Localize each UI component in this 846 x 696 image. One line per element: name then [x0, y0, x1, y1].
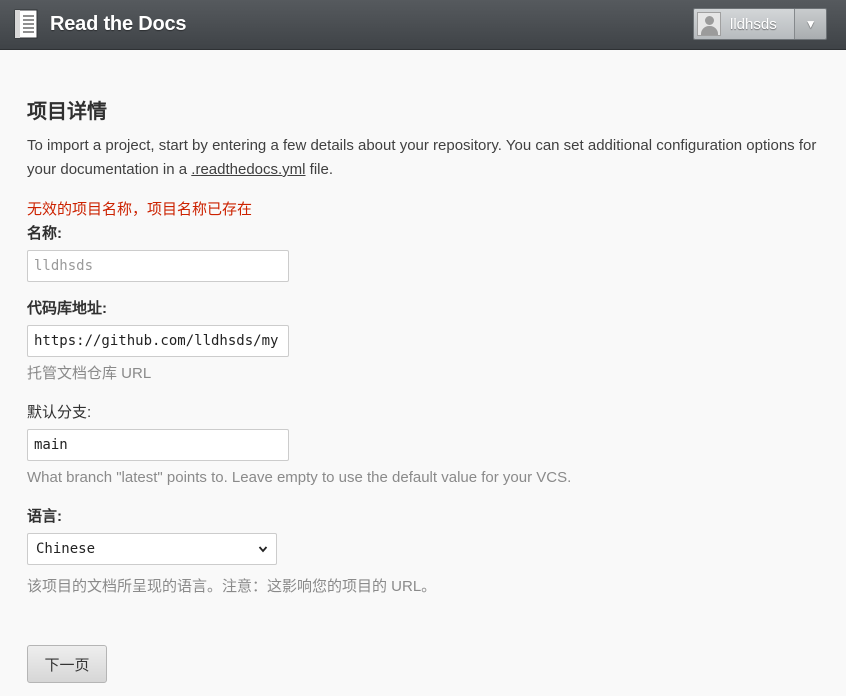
language-selected-value: Chinese: [36, 541, 96, 557]
intro-text: To import a project, start by entering a…: [27, 134, 817, 182]
user-menu[interactable]: lldhsds ▼: [693, 8, 827, 40]
form-error: 无效的项目名称，项目名称已存在: [27, 201, 253, 218]
brand-name: Read the Docs: [50, 12, 187, 35]
username: lldhsds: [730, 15, 777, 33]
branch-label: 默认分支:: [27, 404, 92, 421]
language-label: 语言:: [27, 508, 62, 525]
top-navbar: Read the Docs lldhsds ▼: [0, 0, 846, 50]
name-label: 名称:: [27, 225, 62, 242]
repo-help-text: 托管文档仓库 URL: [27, 365, 152, 382]
default-branch-field[interactable]: [27, 429, 289, 461]
branch-help-text: What branch "latest" points to. Leave em…: [27, 469, 572, 486]
language-select[interactable]: Chinese: [27, 533, 277, 565]
readthedocs-yml-link[interactable]: .readthedocs.yml: [191, 161, 305, 178]
language-help-text: 该项目的文档所呈现的语言。注意：这影响您的项目的 URL。: [27, 578, 437, 595]
intro-text-end: file.: [305, 161, 334, 178]
brand-logo[interactable]: Read the Docs: [14, 8, 187, 40]
caret-down-icon[interactable]: ▼: [794, 9, 826, 39]
name-field[interactable]: [27, 250, 289, 282]
next-page-button[interactable]: 下一页: [27, 645, 107, 683]
book-icon: [14, 9, 38, 39]
intro-text-start: To import a project, start by entering a…: [27, 137, 817, 178]
repo-label: 代码库地址:: [27, 300, 107, 317]
page-title: 项目详情: [27, 101, 107, 123]
chevron-down-icon: [258, 546, 268, 553]
avatar-icon: [697, 12, 721, 36]
repo-url-field[interactable]: [27, 325, 289, 357]
user-menu-button[interactable]: lldhsds: [694, 9, 795, 39]
